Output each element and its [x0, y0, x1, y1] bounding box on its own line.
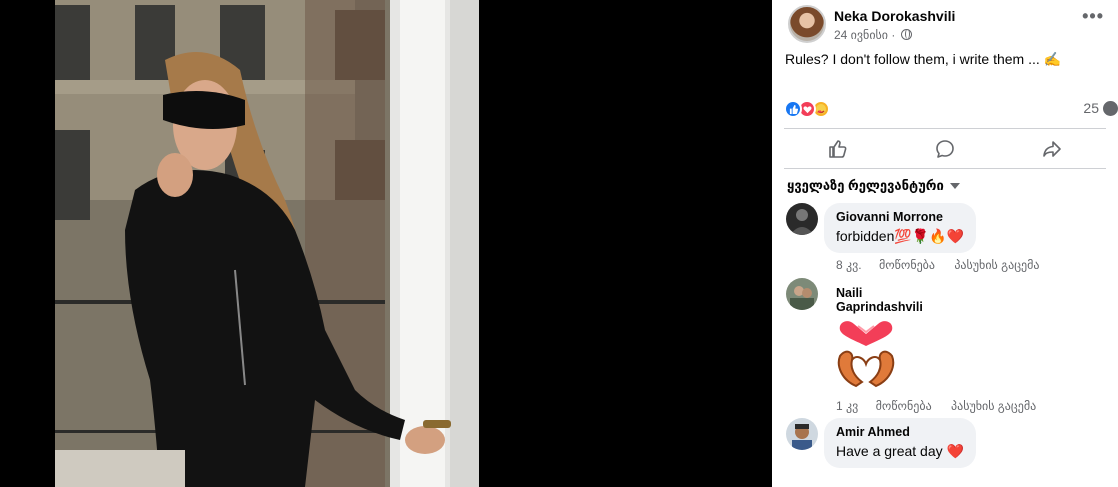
comment-meta: 1 კვ მოწონება პასუხის გაცემა [836, 399, 1052, 413]
more-options-icon[interactable]: ••• [1082, 6, 1104, 27]
comment-time: 8 კვ. [836, 258, 862, 272]
share-button[interactable] [999, 132, 1106, 166]
photo-illustration [55, 0, 479, 487]
comment-reply-link[interactable]: პასუხის გაცემა [951, 399, 1036, 413]
photo-viewer [0, 0, 772, 487]
divider [784, 128, 1106, 129]
comment-sort-dropdown[interactable]: ყველაზე რელევანტური [787, 178, 960, 194]
author-avatar[interactable] [788, 5, 826, 43]
comment-count[interactable]: 25 [1083, 100, 1118, 116]
meta-separator: · [891, 28, 896, 42]
comment-bubble: Giovanni Morrone forbidden💯🌹🔥❤️ [824, 203, 977, 253]
comment-like-link[interactable]: მოწონება [879, 258, 935, 272]
commenter-name[interactable]: Amir Ahmed [836, 425, 964, 439]
commenter-avatar[interactable] [786, 278, 818, 310]
post-header: Neka Dorokashvili 24 ივნისი · [788, 5, 1118, 45]
reaction-summary[interactable] [784, 99, 830, 119]
post-date[interactable]: 24 ივნისი [834, 28, 888, 42]
action-bar [784, 132, 1106, 166]
like-button[interactable] [784, 132, 891, 166]
post-meta: 24 ივნისი · [834, 28, 912, 42]
author-name[interactable]: Neka Dorokashvili [834, 8, 955, 24]
comment-button[interactable] [891, 132, 998, 166]
share-arrow-icon [1043, 141, 1062, 157]
commenter-avatar[interactable] [786, 418, 818, 450]
comment-reply-link[interactable]: პასუხის გაცემა [954, 258, 1039, 272]
comment-count-value: 25 [1083, 100, 1099, 116]
comment-time: 1 კვ [836, 399, 859, 413]
comment-bubble-icon [1103, 100, 1118, 116]
comment-like-link[interactable]: მოწონება [876, 399, 932, 413]
comment-text: forbidden💯🌹🔥❤️ [836, 228, 965, 244]
commenter-name[interactable]: Giovanni Morrone [836, 210, 964, 224]
post-panel: Neka Dorokashvili 24 ივნისი · ••• Rules?… [772, 0, 1118, 487]
sort-label: ყველაზე რელევანტური [787, 178, 944, 193]
comment-bubble: Amir Ahmed Have a great day ❤️ [824, 418, 976, 468]
comment-meta: 8 კვ. მოწონება პასუხის გაცემა [836, 258, 1056, 272]
commenter-avatar[interactable] [786, 203, 818, 235]
comment-text: Have a great day ❤️ [836, 443, 964, 459]
comment-bubble-icon [936, 140, 954, 158]
post-text: Rules? I don't follow them, i write them… [785, 51, 1062, 67]
post-photo[interactable] [55, 0, 479, 487]
divider [784, 168, 1106, 169]
commenter-name[interactable]: Naili Gaprindashvili [836, 286, 923, 314]
globe-icon [900, 29, 912, 40]
caret-down-icon [949, 183, 960, 189]
heart-hands-sticker [834, 316, 898, 392]
like-reaction-icon [784, 100, 802, 118]
thumbs-up-icon [828, 140, 847, 158]
